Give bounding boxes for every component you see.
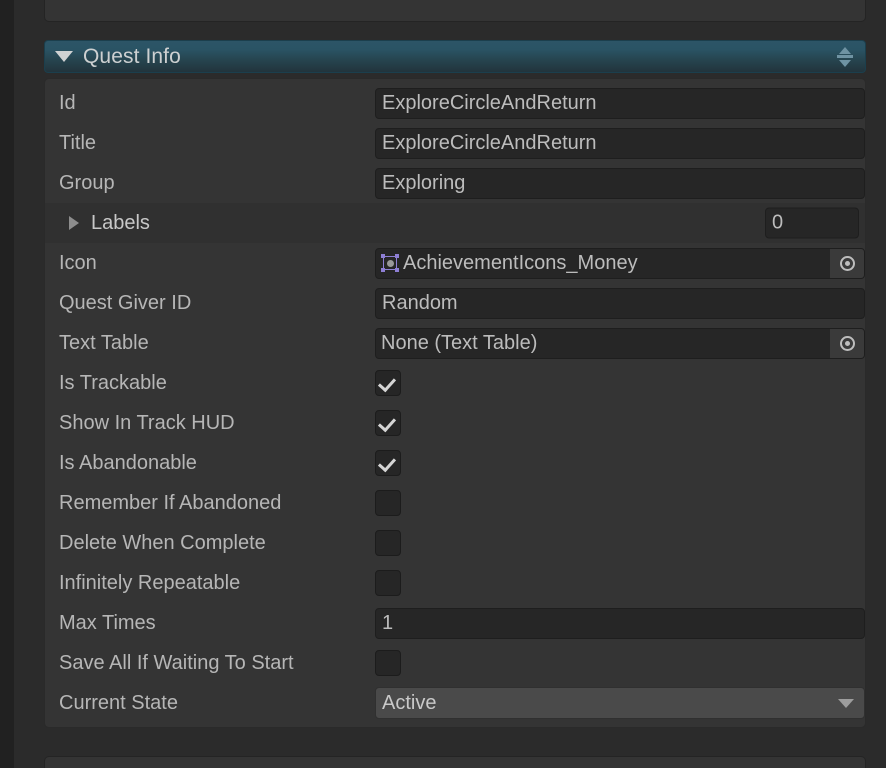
field-label-quest-giver-id: Quest Giver ID (59, 291, 192, 314)
show-in-track-hud-checkbox[interactable] (375, 410, 401, 436)
field-row-is-abandonable: Is Abandonable (45, 443, 865, 483)
object-picker-icon[interactable] (830, 328, 864, 358)
field-label-text-table: Text Table (59, 331, 149, 354)
field-row-max-times: Max Times 1 (45, 603, 865, 643)
inspector-window: Quest Info Id ExploreCircleAndReturn Tit… (0, 0, 886, 768)
field-label-delete-when-complete: Delete When Complete (59, 531, 266, 554)
id-input[interactable]: ExploreCircleAndReturn (375, 87, 865, 119)
field-row-icon: Icon AchievementIcons_Money (45, 243, 865, 283)
current-state-value: Active (382, 691, 437, 714)
field-label-remember-if-abandoned: Remember If Abandoned (59, 491, 282, 514)
field-row-delete-when-complete: Delete When Complete (45, 523, 865, 563)
field-row-infinitely-repeatable: Infinitely Repeatable (45, 563, 865, 603)
field-label-show-in-track-hud: Show In Track HUD (59, 411, 235, 434)
field-label-id: Id (59, 91, 76, 114)
field-row-remember-if-abandoned: Remember If Abandoned (45, 483, 865, 523)
field-label-is-trackable: Is Trackable (59, 371, 167, 394)
field-row-title: Title ExploreCircleAndReturn (45, 123, 865, 163)
triangle-right-icon[interactable] (69, 216, 79, 230)
field-label-labels: Labels (91, 211, 150, 234)
infinitely-repeatable-checkbox[interactable] (375, 570, 401, 596)
triangle-down-icon[interactable] (55, 51, 73, 62)
field-row-group: Group Exploring (45, 163, 865, 203)
field-label-current-state: Current State (59, 691, 178, 714)
quest-info-section-header[interactable]: Quest Info (44, 40, 866, 73)
field-row-id: Id ExploreCircleAndReturn (45, 83, 865, 123)
left-gutter (0, 0, 14, 768)
next-section-panel[interactable] (44, 756, 866, 768)
field-row-save-all-if-waiting-to-start: Save All If Waiting To Start (45, 643, 865, 683)
sprite-icon (381, 254, 399, 272)
field-label-is-abandonable: Is Abandonable (59, 451, 197, 474)
updown-arrows-icon[interactable] (837, 44, 853, 70)
text-table-value-label: None (Text Table) (381, 331, 538, 354)
text-table-object-field[interactable]: None (Text Table) (375, 327, 865, 359)
field-label-icon: Icon (59, 251, 97, 274)
field-row-quest-giver-id: Quest Giver ID Random (45, 283, 865, 323)
right-gutter (872, 0, 886, 768)
field-label-group: Group (59, 171, 115, 194)
field-label-infinitely-repeatable: Infinitely Repeatable (59, 571, 241, 594)
field-row-current-state: Current State Active (45, 683, 865, 723)
object-picker-icon[interactable] (830, 248, 864, 278)
remember-if-abandoned-checkbox[interactable] (375, 490, 401, 516)
save-all-if-waiting-to-start-checkbox[interactable] (375, 650, 401, 676)
is-abandonable-checkbox[interactable] (375, 450, 401, 476)
current-state-dropdown[interactable]: Active (375, 687, 865, 719)
field-label-max-times: Max Times (59, 611, 156, 634)
field-row-is-trackable: Is Trackable (45, 363, 865, 403)
icon-object-field[interactable]: AchievementIcons_Money (375, 247, 865, 279)
quest-info-fields-panel: Id ExploreCircleAndReturn Title ExploreC… (44, 78, 866, 728)
group-input[interactable]: Exploring (375, 167, 865, 199)
max-times-input[interactable]: 1 (375, 607, 865, 639)
is-trackable-checkbox[interactable] (375, 370, 401, 396)
title-input[interactable]: ExploreCircleAndReturn (375, 127, 865, 159)
delete-when-complete-checkbox[interactable] (375, 530, 401, 556)
field-label-save-all-if-waiting-to-start: Save All If Waiting To Start (59, 651, 294, 674)
field-row-labels[interactable]: Labels 0 (45, 203, 865, 243)
previous-section-panel (44, 0, 866, 22)
labels-count-input[interactable]: 0 (765, 207, 859, 239)
chevron-down-icon (838, 698, 854, 708)
field-row-text-table: Text Table None (Text Table) (45, 323, 865, 363)
icon-value-label: AchievementIcons_Money (403, 251, 638, 274)
field-label-title: Title (59, 131, 97, 154)
quest-giver-id-input[interactable]: Random (375, 287, 865, 319)
field-row-show-in-track-hud: Show In Track HUD (45, 403, 865, 443)
page-title: Quest Info (83, 44, 181, 68)
